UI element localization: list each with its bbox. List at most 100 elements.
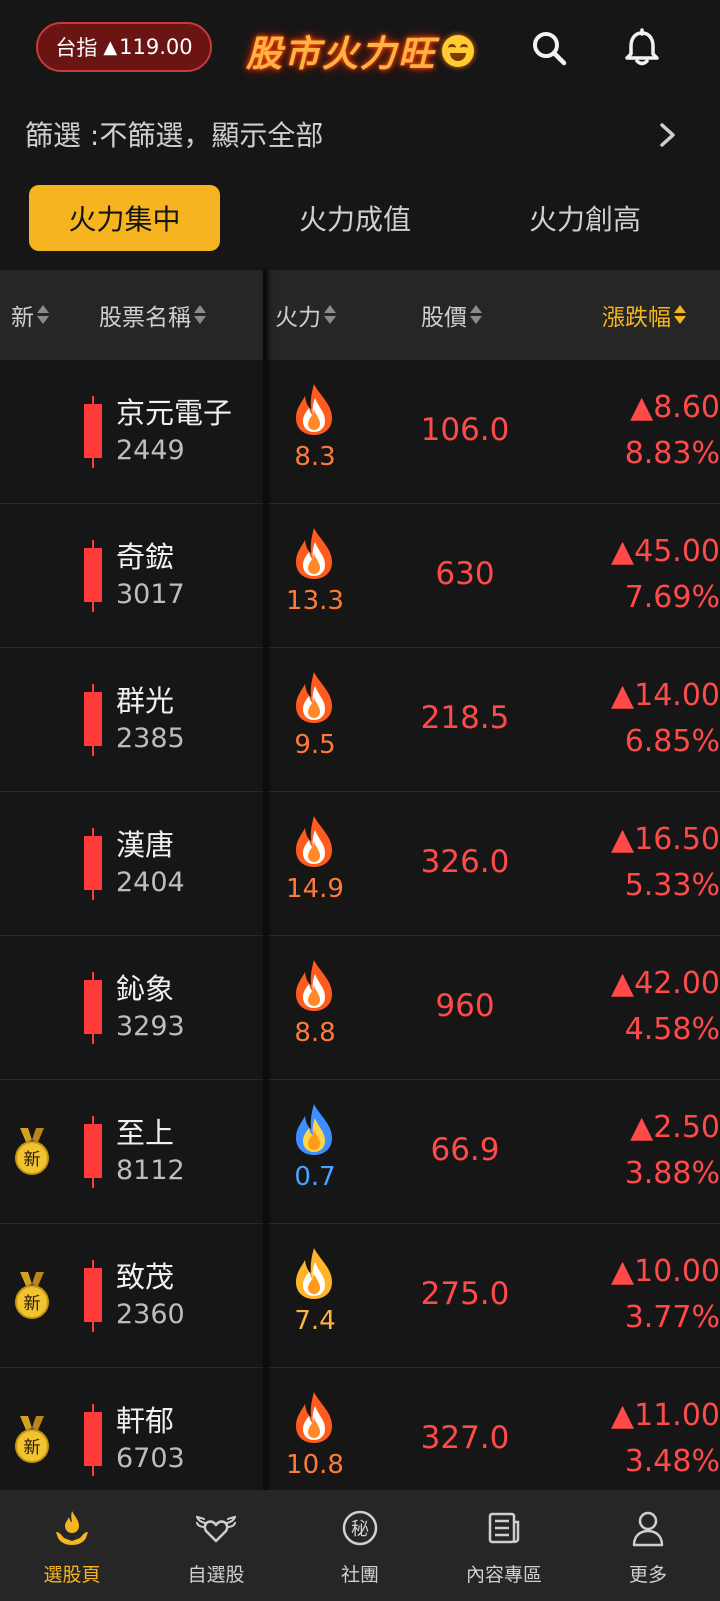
fire-icon bbox=[296, 672, 332, 723]
brand-title: 股市火力旺 bbox=[246, 33, 437, 75]
sort-desc-icon bbox=[674, 303, 686, 327]
stock-name: 漢唐 bbox=[116, 828, 175, 862]
bell-icon[interactable] bbox=[622, 28, 662, 68]
column-price-label: 股價 bbox=[421, 305, 467, 331]
price-change-percent: 3.77% bbox=[624, 1300, 720, 1335]
secret-circle-icon: 秘 bbox=[342, 1510, 378, 1546]
nav-content[interactable]: 內容專區 bbox=[432, 1490, 576, 1601]
sort-icon bbox=[194, 303, 206, 327]
candlestick-icon bbox=[84, 396, 102, 468]
fire-value: 8.3 bbox=[294, 442, 336, 472]
fire-icon bbox=[296, 1248, 332, 1299]
index-value: 119.00 bbox=[119, 35, 193, 59]
price-change: ▲10.00 bbox=[611, 1254, 720, 1289]
table-row[interactable]: 新 至上 8112 0.7 66.9 ▲2.50 3.88% bbox=[0, 1080, 720, 1224]
column-change-label: 漲跌幅 bbox=[602, 305, 671, 331]
candlestick-icon bbox=[84, 1404, 102, 1476]
index-pill[interactable]: 台指 ▲ 119.00 bbox=[36, 22, 212, 72]
stock-name: 軒郁 bbox=[116, 1404, 175, 1438]
candlestick-icon bbox=[84, 540, 102, 612]
column-price[interactable]: 股價 bbox=[421, 270, 482, 360]
fire-value: 10.8 bbox=[286, 1450, 344, 1480]
newspaper-icon bbox=[488, 1512, 520, 1544]
stock-name: 群光 bbox=[116, 684, 175, 718]
new-medal-icon: 新 bbox=[15, 1416, 49, 1463]
stock-price: 630 bbox=[435, 556, 495, 592]
stock-code: 2404 bbox=[116, 867, 185, 898]
new-medal-icon: 新 bbox=[15, 1128, 49, 1175]
bottom-nav: 選股頁 自選股 秘 社團 內容專區 更多 bbox=[0, 1490, 720, 1601]
fire-hand-icon bbox=[56, 1511, 88, 1545]
candlestick-icon bbox=[84, 1260, 102, 1332]
table-row[interactable]: 奇鋐 3017 13.3 630 ▲45.00 7.69% bbox=[0, 504, 720, 648]
price-change: ▲42.00 bbox=[611, 966, 720, 1001]
nav-stock-picker[interactable]: 選股頁 bbox=[0, 1490, 144, 1601]
nav-more[interactable]: 更多 bbox=[576, 1490, 720, 1601]
fire-value: 14.9 bbox=[286, 874, 344, 904]
fire-value: 9.5 bbox=[294, 730, 336, 760]
index-up-arrow: ▲ bbox=[103, 36, 118, 58]
stock-code: 3293 bbox=[116, 1011, 185, 1042]
table-row[interactable]: 新 致茂 2360 7.4 275.0 ▲10.00 3.77% bbox=[0, 1224, 720, 1368]
column-fire[interactable]: 火力 bbox=[275, 270, 336, 360]
new-medal-text: 新 bbox=[24, 1294, 41, 1314]
search-icon[interactable] bbox=[529, 28, 569, 68]
stock-name: 京元電子 bbox=[116, 396, 233, 430]
chevron-right-icon bbox=[660, 123, 675, 147]
table-row[interactable]: 群光 2385 9.5 218.5 ▲14.00 6.85% bbox=[0, 648, 720, 792]
top-header: 台指 ▲ 119.00 股市火力旺 bbox=[0, 0, 720, 100]
fire-value: 8.8 bbox=[294, 1018, 336, 1048]
secret-circle-text: 秘 bbox=[351, 1519, 369, 1540]
fire-value: 13.3 bbox=[286, 586, 344, 616]
stock-price: 66.9 bbox=[430, 1132, 500, 1168]
fire-icon bbox=[296, 1104, 332, 1155]
stock-list: 京元電子 2449 8.3 106.0 ▲8.60 8.83% 奇鋐 3017 … bbox=[0, 360, 720, 1512]
index-label: 台指 bbox=[55, 36, 98, 60]
price-change-percent: 8.83% bbox=[624, 436, 720, 471]
nav-label: 內容專區 bbox=[465, 1564, 542, 1586]
nav-label: 自選股 bbox=[187, 1564, 245, 1586]
stock-code: 2449 bbox=[116, 435, 185, 466]
candlestick-icon bbox=[84, 972, 102, 1044]
table-row[interactable]: 京元電子 2449 8.3 106.0 ▲8.60 8.83% bbox=[0, 360, 720, 504]
tab-fire-focus[interactable]: 火力集中 bbox=[29, 185, 220, 251]
price-change: ▲11.00 bbox=[611, 1398, 720, 1433]
price-change-percent: 4.58% bbox=[624, 1012, 720, 1047]
table-row[interactable]: 漢唐 2404 14.9 326.0 ▲16.50 5.33% bbox=[0, 792, 720, 936]
stock-price: 960 bbox=[435, 988, 495, 1024]
stock-code: 3017 bbox=[116, 579, 185, 610]
frozen-column-divider bbox=[263, 270, 267, 1490]
new-medal-text: 新 bbox=[24, 1150, 41, 1170]
price-change-percent: 7.69% bbox=[624, 580, 720, 615]
price-change: ▲16.50 bbox=[611, 822, 720, 857]
table-row[interactable]: 鈊象 3293 8.8 960 ▲42.00 4.58% bbox=[0, 936, 720, 1080]
nav-community[interactable]: 秘 社團 bbox=[288, 1490, 432, 1601]
fire-icon bbox=[296, 1392, 332, 1443]
column-new[interactable]: 新 bbox=[11, 270, 49, 360]
column-stock-name[interactable]: 股票名稱 bbox=[99, 270, 206, 360]
stock-price: 106.0 bbox=[420, 412, 510, 448]
filter-bar[interactable]: 篩選 :不篩選，顯示全部 bbox=[0, 100, 720, 170]
filter-label: 篩選 :不篩選，顯示全部 bbox=[25, 119, 324, 152]
winged-heart-icon bbox=[196, 1515, 236, 1543]
price-change: ▲8.60 bbox=[630, 390, 720, 425]
stock-price: 327.0 bbox=[420, 1420, 510, 1456]
column-change[interactable]: 漲跌幅 bbox=[602, 270, 686, 360]
stock-name: 鈊象 bbox=[116, 972, 175, 1006]
nav-watchlist[interactable]: 自選股 bbox=[144, 1490, 288, 1601]
stock-price: 326.0 bbox=[420, 844, 510, 880]
fire-icon bbox=[296, 528, 332, 579]
tab-fire-high[interactable]: 火力創高 bbox=[490, 185, 680, 251]
price-change: ▲2.50 bbox=[630, 1110, 720, 1145]
sort-icon bbox=[470, 303, 482, 327]
tab-bar: 火力集中 火力成值 火力創高 bbox=[0, 170, 720, 270]
fire-value: 0.7 bbox=[294, 1162, 336, 1192]
sort-icon bbox=[37, 303, 49, 327]
stock-code: 6703 bbox=[116, 1443, 185, 1474]
candlestick-icon bbox=[84, 1116, 102, 1188]
fire-value: 7.4 bbox=[294, 1306, 336, 1336]
price-change: ▲14.00 bbox=[611, 678, 720, 713]
fire-icon bbox=[296, 960, 332, 1011]
tab-fire-turnover[interactable]: 火力成值 bbox=[260, 185, 450, 251]
nav-label: 選股頁 bbox=[43, 1564, 101, 1586]
